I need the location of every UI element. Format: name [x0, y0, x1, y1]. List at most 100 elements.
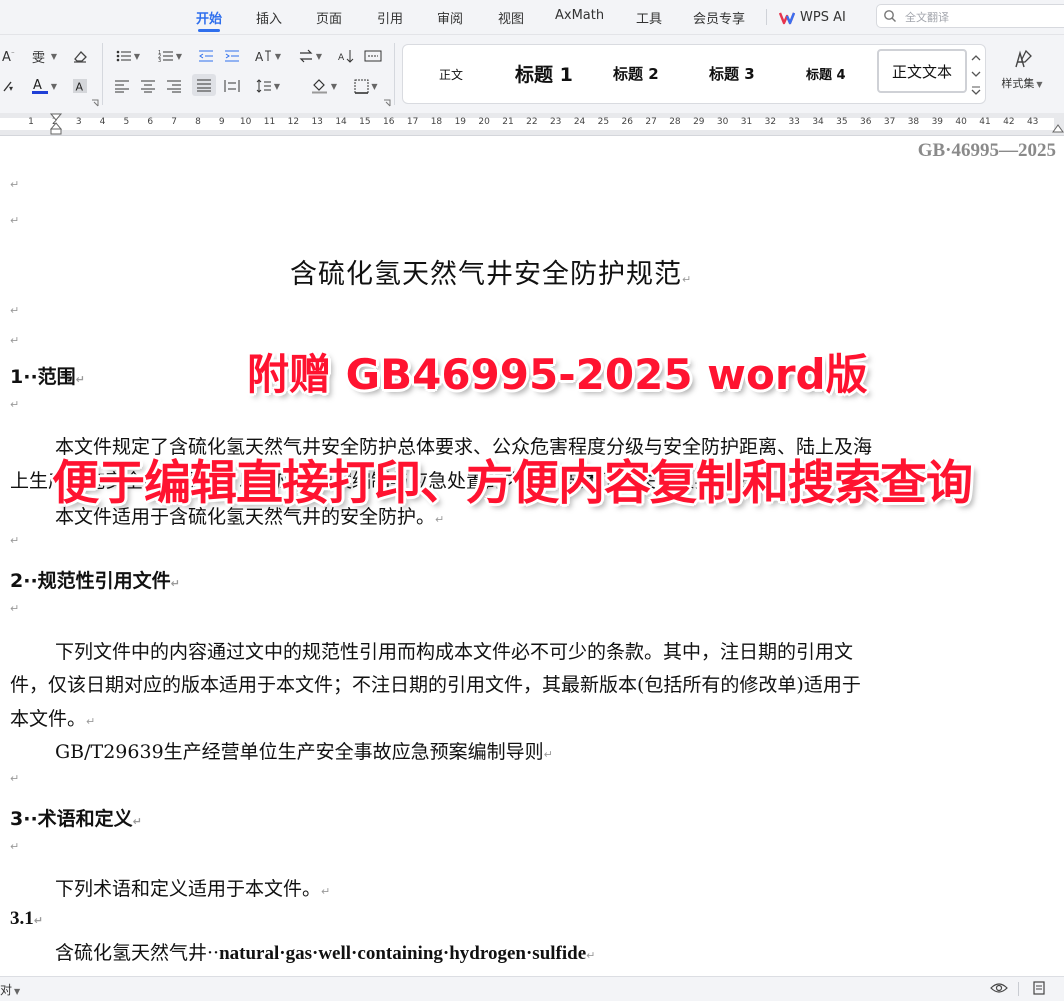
bullet-list-icon — [116, 50, 131, 62]
line-spacing-button[interactable]: ▼ — [252, 75, 284, 97]
tab-home[interactable]: 开始 — [196, 8, 222, 32]
ruler-number: 8 — [195, 117, 201, 127]
dialog-launcher-icon[interactable] — [383, 99, 391, 107]
tab-separator — [766, 9, 767, 25]
style-set-button[interactable]: 样式集 ▼ — [994, 47, 1050, 97]
style-heading-1[interactable]: 标题 1 — [515, 60, 573, 87]
svg-text:▾: ▾ — [9, 84, 13, 93]
shading-button[interactable]: ▼ — [308, 75, 340, 97]
tab-view[interactable]: 视图 — [498, 8, 524, 27]
ruler-number: 39 — [931, 117, 944, 127]
promo-overlay-line-1: 附赠 GB46995-2025 word版 — [246, 349, 869, 400]
dialog-launcher-icon[interactable] — [91, 99, 99, 107]
section-3-1-number: 3.1↵ — [10, 908, 43, 930]
numbered-list-icon: 123 — [158, 50, 173, 63]
document-page[interactable]: GB·46995—2025 ↵ ↵ 含硫化氢天然气井安全防护规范↵ ↵ ↵ 1·… — [0, 136, 1064, 976]
section-3-1-number-text: 3.1 — [10, 908, 34, 929]
align-center-button[interactable] — [138, 75, 158, 97]
tab-references[interactable]: 引用 — [377, 8, 403, 27]
ruler-number: 36 — [860, 117, 872, 127]
ruler-number: 30 — [716, 117, 729, 127]
style-body-text[interactable]: 正文文本 — [877, 49, 967, 93]
font-size-button[interactable]: A ⁻ — [0, 45, 20, 67]
ruler-number: 33 — [788, 117, 800, 127]
normative-reference: GB/T29639生产经营单位生产安全事故应急预案编制导则↵ — [55, 737, 553, 764]
horizontal-ruler[interactable]: 1 2 3 4 5 6 7 8 9 10 11 12 13 14 15 16 17 18 19 20 21 22 23 24 2… — [0, 113, 1064, 136]
tab-tools[interactable]: 工具 — [636, 8, 662, 27]
eye-icon[interactable] — [990, 981, 1008, 995]
tab-insert[interactable]: 插入 — [256, 8, 282, 27]
ruler-number: 5 — [123, 117, 130, 127]
right-indent-marker-icon[interactable] — [1052, 123, 1064, 133]
status-separator — [1018, 982, 1019, 996]
align-left-icon — [115, 80, 129, 93]
char-shading-icon: A — [73, 79, 87, 94]
term-3-1-english: natural·gas·well·containing·hydrogen·sul… — [219, 943, 587, 964]
section-2-para-line-3-text: 本文件。 — [10, 708, 87, 730]
ruler-number: 23 — [549, 117, 562, 127]
status-proofing[interactable]: 对 ▼ — [0, 981, 20, 998]
search-box[interactable] — [876, 4, 1064, 28]
phonetic-button[interactable]: 雯 ▼ — [28, 45, 60, 67]
align-right-button[interactable] — [164, 75, 184, 97]
paragraph-mark: ↵ — [10, 772, 20, 785]
paragraph-mark: ↵ — [132, 815, 142, 828]
tab-review[interactable]: 审阅 — [437, 8, 463, 27]
ruler-number: 25 — [597, 117, 610, 127]
char-shading-button[interactable]: A — [70, 75, 90, 97]
svg-text:雯: 雯 — [32, 51, 45, 64]
bullet-list-button[interactable]: ▼ — [112, 45, 144, 67]
clear-format-button[interactable] — [70, 45, 90, 67]
paragraph-mark: ↵ — [33, 914, 43, 927]
decrease-indent-button[interactable] — [196, 45, 216, 67]
wps-ai-button[interactable]: WPS AI — [779, 10, 846, 25]
section-1-heading: 1··范围↵ — [10, 362, 85, 389]
ribbon-separator — [394, 43, 395, 105]
style-heading-3[interactable]: 标题 3 — [709, 63, 755, 84]
align-left-button[interactable] — [112, 75, 132, 97]
justify-button[interactable] — [192, 74, 216, 96]
paragraph-mark: ↵ — [10, 534, 20, 547]
distributed-align-icon — [224, 80, 240, 92]
tab-page[interactable]: 页面 — [316, 8, 342, 27]
style-heading-2[interactable]: 标题 2 — [613, 63, 659, 84]
ribbon-separator — [102, 43, 103, 105]
text-effect-button[interactable]: ▾ — [0, 75, 20, 97]
chinese-layout-button[interactable]: A ▼ — [252, 45, 284, 67]
indent-marker-icon[interactable] — [49, 113, 63, 135]
ruler-number: 29 — [693, 117, 705, 127]
section-2-para-line-2: 件，仅该日期对应的版本适用于本文件；不注日期的引用文件，其最新版本(包括所有的修… — [10, 674, 861, 696]
sort-button[interactable]: A — [336, 45, 356, 67]
show-marks-button[interactable] — [362, 45, 384, 67]
eraser-icon — [74, 51, 87, 63]
text-direction-button[interactable]: ▼ — [294, 45, 326, 67]
paragraph-mark: ↵ — [10, 398, 20, 411]
font-color-icon: A — [31, 78, 48, 94]
ruler-number: 37 — [883, 117, 896, 127]
section-1-heading-text: 1··范围 — [10, 366, 76, 388]
numbered-list-button[interactable]: 123 ▼ — [154, 45, 186, 67]
ruler-number: 34 — [812, 117, 824, 127]
increase-indent-button[interactable] — [222, 45, 242, 67]
section-2-heading-text: 2··规范性引用文件 — [10, 570, 171, 592]
ruler-number: 13 — [311, 117, 323, 127]
tab-member[interactable]: 会员专享 — [693, 8, 745, 27]
gallery-scroll[interactable] — [969, 49, 983, 99]
style-normal[interactable]: 正文 — [439, 66, 463, 83]
page-view-icon[interactable] — [1032, 981, 1046, 995]
paragraph-mark: ↵ — [10, 304, 20, 317]
font-color-button[interactable]: A ▼ — [28, 75, 60, 97]
standard-number-header: GB·46995—2025 — [917, 140, 1056, 161]
search-input[interactable] — [903, 8, 1064, 26]
paragraph-mark: ↵ — [10, 334, 20, 347]
align-right-icon — [167, 80, 181, 93]
ruler-number: 17 — [406, 117, 419, 127]
ruler-number: 7 — [171, 117, 177, 127]
ruler-number: 19 — [454, 117, 467, 127]
term-3-1-chinese: 含硫化氢天然气井·· — [55, 942, 220, 964]
style-heading-4[interactable]: 标题 4 — [806, 64, 846, 83]
distributed-align-button[interactable] — [222, 75, 242, 97]
border-button[interactable]: ▼ — [350, 75, 382, 97]
tab-axmath[interactable]: AxMath — [555, 8, 604, 23]
ruler-number: 3 — [75, 117, 82, 127]
